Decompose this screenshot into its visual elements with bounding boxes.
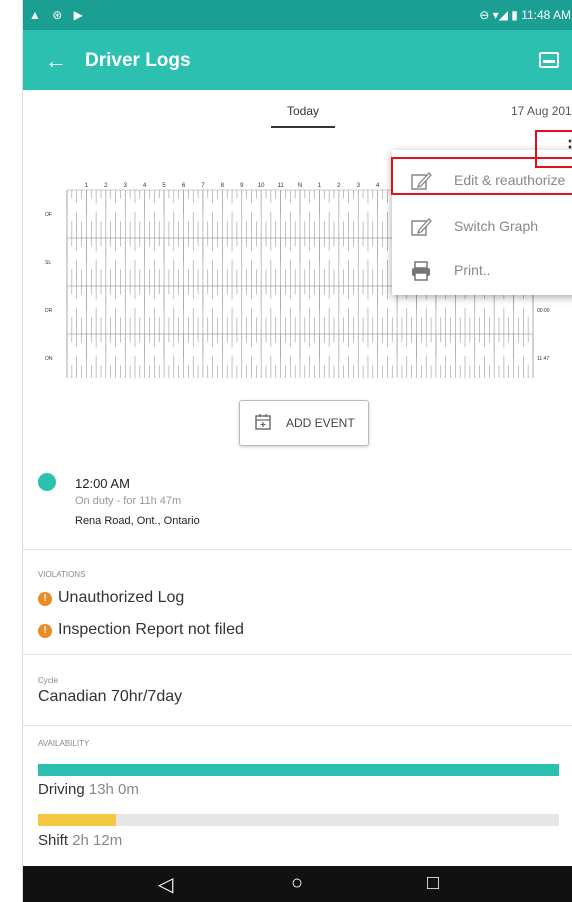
date-tabs: Today 17 Aug 2017 — [23, 104, 572, 130]
print-icon — [412, 261, 430, 281]
violation-text: Unauthorized Log — [58, 589, 185, 606]
menu-item-label: Switch Graph — [454, 218, 539, 234]
row-total: 00:00 — [537, 308, 550, 314]
shift-availability: Shift 2h 12m — [38, 832, 122, 849]
page-title: Driver Logs — [85, 50, 191, 71]
menu-item-switch-graph[interactable]: Switch Graph — [392, 206, 572, 248]
availability-label: AVAILABILITY — [38, 739, 90, 748]
hour-label: 9 — [240, 183, 244, 189]
nav-home-icon[interactable]: ○ — [291, 872, 303, 895]
hour-label: N — [298, 183, 302, 189]
app-frame: ▲ ⊛ ▶ ⊖ ▾◢ ▮ 11:48 AM ← Driver Logs Toda… — [22, 0, 572, 902]
divider — [23, 549, 572, 550]
event-time: 12:00 AM — [75, 476, 130, 491]
violation-item[interactable]: ! Unauthorized Log — [38, 589, 184, 607]
row-total: 11:47 — [537, 356, 549, 362]
tab-indicator — [271, 126, 335, 128]
hour-label: 4 — [376, 183, 380, 189]
add-event-label: ADD EVENT — [286, 416, 355, 430]
row-label: DR — [45, 308, 53, 314]
system-nav-bar: ◁ ○ □ — [23, 866, 572, 902]
menu-item-print[interactable]: Print.. — [392, 250, 572, 292]
hour-label: 10 — [258, 183, 265, 189]
divider — [23, 725, 572, 726]
driving-name: Driving — [38, 781, 85, 798]
nav-back-icon[interactable]: ◁ — [158, 872, 173, 897]
shift-name: Shift — [38, 832, 69, 849]
hour-label: 8 — [221, 183, 225, 189]
warning-icon: ! — [38, 592, 52, 606]
hour-label: 4 — [143, 183, 147, 189]
shift-bar-fill — [38, 814, 117, 826]
shift-bar — [38, 814, 559, 826]
driving-bar-fill — [38, 764, 559, 776]
status-icons: ▲ ⊛ ▶ — [29, 8, 87, 22]
violations-label: VIOLATIONS — [38, 570, 86, 579]
hour-label: 3 — [357, 183, 361, 189]
nav-recents-icon[interactable]: □ — [427, 872, 439, 895]
calendar-icon[interactable] — [539, 52, 559, 68]
hour-label: 2 — [104, 183, 108, 189]
hour-label: 1 — [318, 183, 322, 189]
status-time: ⊖ ▾◢ ▮ 11:48 AM — [479, 8, 571, 22]
shift-value: 2h 12m — [72, 832, 123, 849]
hour-label: 11 — [277, 183, 284, 189]
hour-label: 2 — [337, 183, 341, 189]
hour-label: 1 — [85, 183, 89, 189]
violation-item[interactable]: ! Inspection Report not filed — [38, 621, 244, 639]
clock-text: 11:48 AM — [521, 8, 571, 22]
driving-bar — [38, 764, 559, 776]
driving-availability: Driving 13h 0m — [38, 781, 139, 798]
calendar-add-icon — [255, 414, 271, 430]
hour-label: 5 — [162, 183, 166, 189]
add-event-button[interactable]: ADD EVENT — [239, 400, 369, 446]
row-label: OF — [45, 212, 52, 218]
hour-label: 3 — [124, 183, 128, 189]
driving-value: 13h 0m — [88, 781, 139, 798]
row-label: SL — [45, 260, 51, 266]
cycle-label: Cycle — [38, 676, 59, 685]
tab-today[interactable]: Today — [271, 104, 335, 118]
highlight-edit-reauthorize — [391, 157, 572, 195]
menu-item-label: Print.. — [454, 262, 491, 278]
app-bar: ← Driver Logs — [23, 30, 572, 90]
event-status: On duty - for 11h 47m — [75, 495, 182, 507]
divider — [23, 654, 572, 655]
back-arrow-icon[interactable]: ← — [45, 48, 67, 74]
row-label: ON — [45, 356, 53, 362]
violation-text: Inspection Report not filed — [58, 621, 244, 638]
hour-label: 6 — [182, 183, 186, 189]
warning-icon: ! — [38, 624, 52, 638]
event-status-dot — [38, 473, 56, 491]
tab-date[interactable]: 17 Aug 2017 — [511, 104, 572, 118]
hour-label: 7 — [201, 183, 205, 189]
event-location: Rena Road, Ont., Ontario — [75, 515, 200, 527]
cycle-value: Canadian 70hr/7day — [38, 688, 183, 705]
edit-icon — [411, 218, 432, 236]
status-bar: ▲ ⊛ ▶ ⊖ ▾◢ ▮ 11:48 AM — [23, 0, 572, 30]
